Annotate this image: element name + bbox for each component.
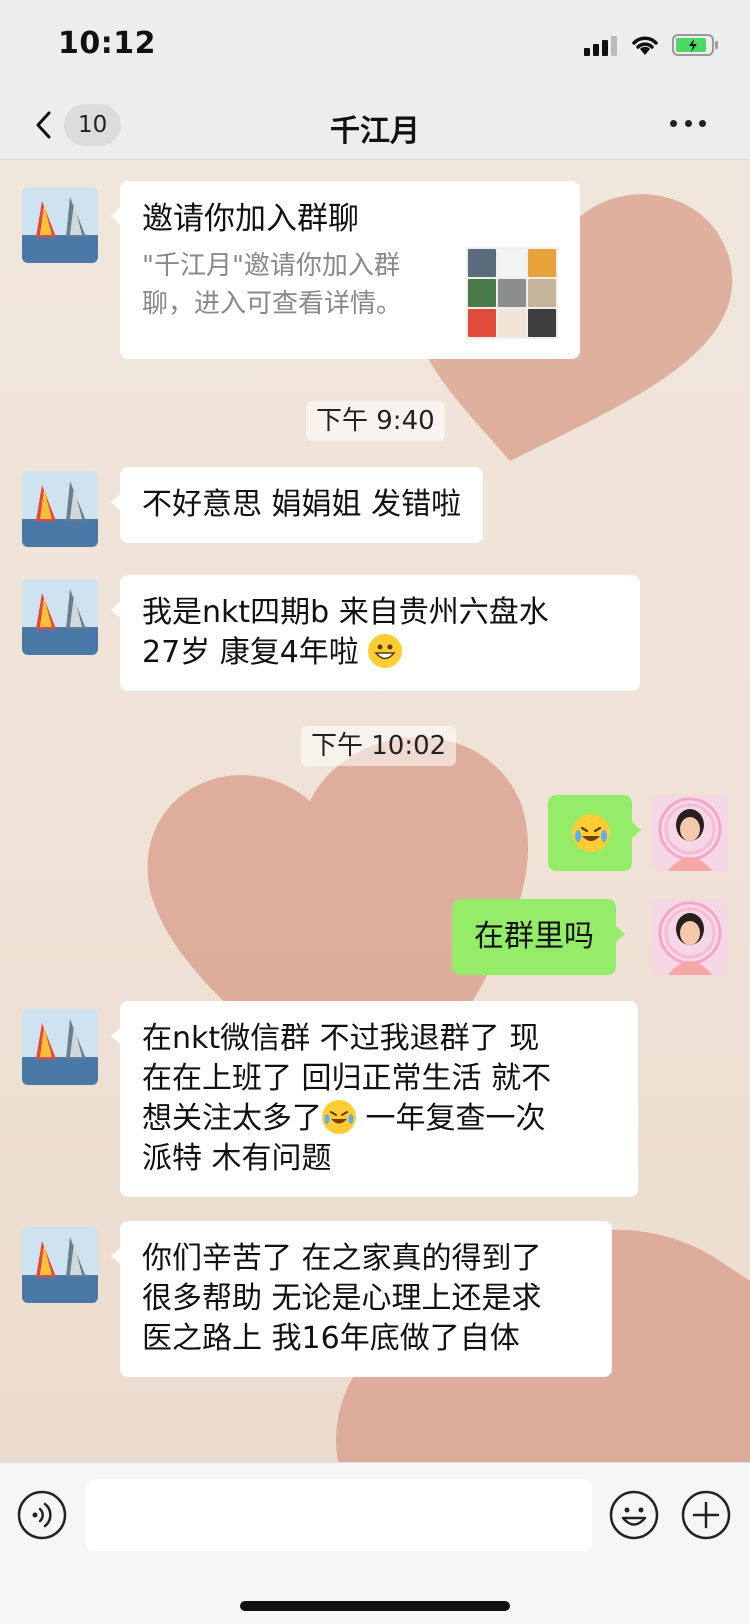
voice-icon[interactable] [16,1489,68,1541]
message-text-line: 很多帮助 无论是心理上还是求 [142,1281,542,1316]
message-text-line: 27岁 康复4年啦 [142,633,618,673]
message-timestamp: 下午 10:02 [301,726,457,766]
invite-title: 邀请你加入群聊 [142,201,359,237]
self-message-bubble[interactable]: 在群里吗 [452,899,625,975]
message-text: 不好意思 娟娟姐 发错啦 [142,487,462,522]
status-icons [584,30,720,60]
chat-area[interactable]: 邀请你加入群聊 "千江月"邀请你加入群聊，进入可查看详情。 下午 9:40 不好… [0,161,750,1462]
message-text-line: 医之路上 我16年底做了自体 [142,1321,520,1356]
more-dots-icon[interactable] [670,120,706,130]
message-bubble[interactable]: 不好意思 娟娟姐 发错啦 [110,467,484,543]
invite-description: "千江月"邀请你加入群聊，进入可查看详情。 [142,251,403,319]
message-text-line: 想关注太多了 一年复查一次 [142,1100,546,1136]
laughing-tears-emoji-icon [322,1100,356,1134]
message-text-line: 在在上班了 回归正常生活 就不 [142,1061,552,1096]
message-input[interactable] [86,1479,592,1551]
group-avatar-grid [466,247,558,339]
input-bar [0,1462,750,1624]
contact-avatar[interactable] [22,1009,98,1085]
message-bubble[interactable]: 我是nkt四期b 来自贵州六盘水 27岁 康复4年啦 [111,575,640,691]
grinning-emoji-icon [368,634,403,668]
laughing-tears-emoji-icon [572,814,610,852]
chat-title: 千江月 [330,114,420,149]
wifi-icon [632,36,658,55]
contact-avatar[interactable] [22,471,98,547]
contact-avatar[interactable] [22,579,98,655]
message-text-line: 在nkt微信群 不过我退群了 现 [142,1021,540,1056]
self-message-bubble[interactable] [548,795,641,871]
signal-icon [584,34,618,56]
home-indicator [240,1601,510,1611]
message-text-line: 派特 木有问题 [142,1141,332,1176]
contact-avatar[interactable] [22,187,98,263]
my-avatar[interactable] [652,795,728,871]
status-time: 10:12 [58,26,156,61]
message-text-line: 你们辛苦了 在之家真的得到了 [142,1241,542,1276]
message-bubble[interactable]: 你们辛苦了 在之家真的得到了 很多帮助 无论是心理上还是求 医之路上 我16年底… [111,1221,612,1377]
my-avatar[interactable] [652,899,728,975]
message-text: 在群里吗 [474,919,594,954]
message-text-line: 我是nkt四期b 来自贵州六盘水 [142,595,549,630]
battery-icon [672,34,718,56]
plus-icon[interactable] [680,1489,732,1541]
message-bubble[interactable]: 在nkt微信群 不过我退群了 现 在在上班了 回归正常生活 就不 想关注太多了 … [111,1001,638,1197]
emoji-icon[interactable] [608,1489,660,1541]
nav-bar: 10 千江月 [0,90,750,160]
contact-avatar[interactable] [22,1227,98,1303]
group-invite-card[interactable]: 邀请你加入群聊 "千江月"邀请你加入群聊，进入可查看详情。 [111,181,580,359]
message-timestamp: 下午 9:40 [306,401,445,441]
status-bar: 10:12 [0,0,750,90]
